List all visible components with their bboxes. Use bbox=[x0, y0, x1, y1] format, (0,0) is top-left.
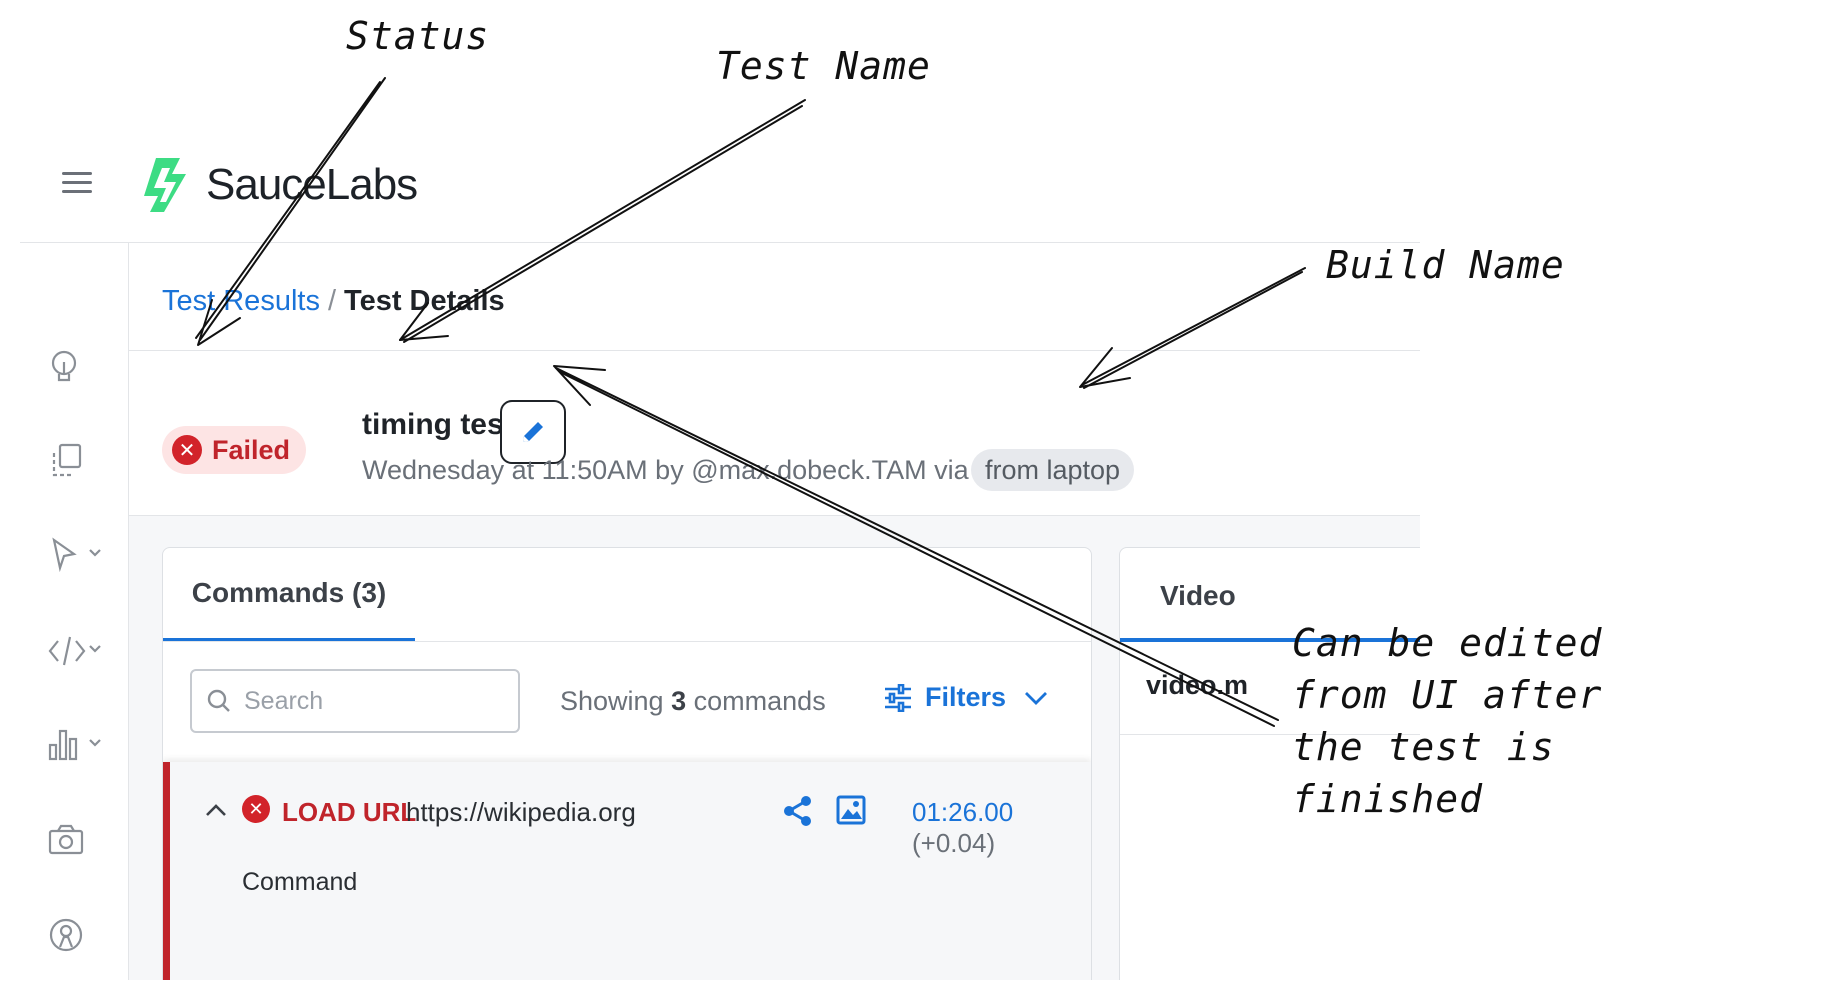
showing-prefix: Showing bbox=[560, 686, 664, 716]
error-x-icon: ✕ bbox=[242, 795, 270, 823]
hamburger-icon[interactable] bbox=[62, 172, 92, 194]
breadcrumb-separator: / bbox=[327, 285, 337, 317]
camera-icon[interactable] bbox=[48, 821, 118, 867]
commands-panel: Commands (3) Showing 3 commands Filters … bbox=[162, 547, 1092, 980]
error-x-icon: ✕ bbox=[172, 435, 202, 465]
status-badge: ✕ Failed bbox=[162, 426, 307, 474]
main-content: Test Results / Test Details ✕ Failed timin… bbox=[129, 243, 1420, 980]
command-url: https://wikipedia.org bbox=[406, 797, 636, 827]
lightbulb-icon[interactable] bbox=[48, 348, 118, 394]
annotation-editable: Can be edited from UI after the test is … bbox=[1292, 617, 1602, 825]
search-icon bbox=[207, 689, 230, 712]
cursor-icon[interactable] bbox=[48, 536, 118, 582]
search-input[interactable] bbox=[242, 685, 506, 717]
tab-commands[interactable]: Commands (3) bbox=[163, 548, 415, 642]
brand-name[interactable]: SauceLabs bbox=[206, 160, 418, 210]
command-timestamp: 01:26.00 bbox=[912, 797, 1014, 827]
command-time: 01:26.00 (+0.04) bbox=[912, 797, 1091, 859]
side-nav bbox=[20, 243, 129, 980]
command-detail-label: Command bbox=[242, 868, 358, 896]
build-name-pill[interactable]: from laptop bbox=[971, 449, 1135, 491]
bug-icon[interactable] bbox=[48, 915, 118, 961]
status-text: Failed bbox=[212, 434, 291, 465]
showing-number: 3 bbox=[671, 686, 687, 716]
command-delta: (+0.04) bbox=[912, 828, 996, 858]
video-file-name[interactable]: video.m bbox=[1146, 670, 1248, 701]
code-icon[interactable] bbox=[48, 631, 118, 677]
filters-button[interactable]: Filters bbox=[883, 682, 1062, 713]
chevron-up-icon[interactable] bbox=[204, 802, 228, 818]
top-bar: SauceLabs bbox=[20, 120, 1420, 243]
search-box bbox=[190, 669, 520, 733]
image-icon[interactable] bbox=[836, 795, 866, 825]
copy-icon[interactable] bbox=[48, 441, 118, 487]
chevron-down-icon bbox=[1025, 691, 1048, 705]
annotation-editable-line: finished bbox=[1292, 777, 1484, 821]
header-divider bbox=[129, 350, 1420, 351]
breadcrumb-current: Test Details bbox=[344, 285, 505, 317]
filters-label: Filters bbox=[925, 682, 1007, 712]
test-name: timing test bbox=[362, 408, 514, 441]
annotation-editable-line: from UI after bbox=[1292, 673, 1603, 717]
annotation-editable-line: the test is bbox=[1292, 725, 1555, 769]
saucelabs-logo-icon[interactable] bbox=[136, 156, 194, 214]
annotation-editable-line: Can be edited bbox=[1292, 621, 1603, 665]
brand-labs: Labs bbox=[325, 160, 418, 209]
app-window: SauceLabs Test Results / Test Details ✕ … bbox=[20, 120, 1420, 980]
breadcrumb-test-results[interactable]: Test Results bbox=[162, 285, 320, 317]
annotation-test-name: Test Name bbox=[716, 44, 931, 88]
showing-count: Showing 3 commands bbox=[560, 686, 826, 717]
command-row[interactable]: ✕ LOAD URL https://wikipedia.org 01:26.0… bbox=[163, 762, 1091, 980]
annotation-build-name: Build Name bbox=[1326, 243, 1565, 287]
brand-sauce: Sauce bbox=[206, 160, 327, 209]
tab-divider bbox=[163, 641, 1091, 642]
pencil-icon bbox=[523, 422, 543, 442]
share-icon[interactable] bbox=[782, 795, 814, 827]
showing-suffix: commands bbox=[693, 686, 826, 716]
command-name: LOAD URL bbox=[282, 797, 417, 827]
bar-chart-icon[interactable] bbox=[48, 725, 118, 771]
test-meta: Wednesday at 11:50AM by @max.dobeck.TAM … bbox=[362, 455, 1067, 485]
sliders-icon bbox=[885, 683, 911, 712]
annotation-status: Status bbox=[346, 14, 490, 58]
breadcrumb: Test Results / Test Details bbox=[162, 285, 505, 318]
